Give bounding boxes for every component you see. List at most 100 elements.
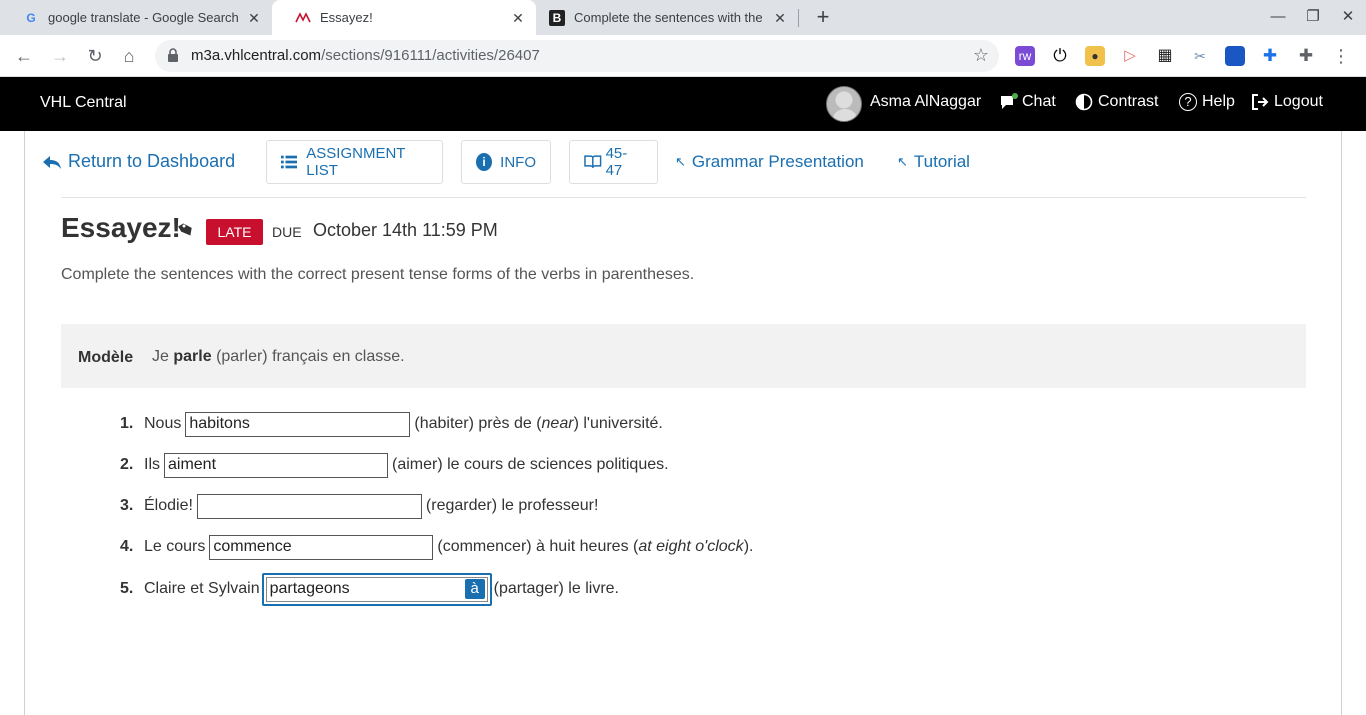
tab-essayez[interactable]: Essayez! ✕ <box>272 0 536 35</box>
answer-input-5[interactable] <box>265 576 488 602</box>
question-text-after: (aimer) le cours de sciences politiques. <box>392 456 669 473</box>
contrast-label: Contrast <box>1098 93 1159 110</box>
info-label: INFO <box>500 153 536 171</box>
question-text-before: Le cours <box>144 538 206 555</box>
close-tab-icon[interactable]: ✕ <box>772 10 788 26</box>
page-title: Essayez! <box>61 212 181 243</box>
extension-cut-icon[interactable]: ✂ <box>1190 46 1210 66</box>
power-extension-icon[interactable]: ⏻ <box>1050 46 1070 66</box>
pages-label: 45-47 <box>605 145 628 179</box>
question-3: 3. Élodie! (regarder) le professeur! <box>120 493 598 519</box>
contrast-button[interactable]: Contrast <box>1075 93 1158 111</box>
question-text-before: Claire et Sylvain <box>144 580 260 597</box>
focused-input-wrapper: à <box>261 572 492 606</box>
list-icon <box>281 155 298 169</box>
browser-toolbar: ← → ↻ ⌂ m3a.vhlcentral.com/sections/9161… <box>0 35 1366 77</box>
question-text-before: Nous <box>144 415 182 432</box>
answer-input-4[interactable] <box>209 534 434 560</box>
brand-logo[interactable]: VHL Central <box>40 94 127 112</box>
question-2: 2. Ils (aimer) le cours de sciences poli… <box>120 452 669 478</box>
model-example: Modèle Je parle (parler) français en cla… <box>61 324 1306 388</box>
tag-icon <box>178 221 194 244</box>
close-window-icon[interactable]: ✕ <box>1336 7 1360 27</box>
new-tab-icon[interactable]: + <box>811 6 835 30</box>
question-4: 4. Le cours (commencer) à huit heures (a… <box>120 534 753 560</box>
question-1: 1. Nous (habiter) près de (near) l'unive… <box>120 411 663 437</box>
help-label: Help <box>1202 93 1235 110</box>
model-label: Modèle <box>78 349 134 366</box>
tab-complete-sentences[interactable]: B Complete the sentences with the ✕ <box>536 0 798 35</box>
minimize-icon[interactable]: — <box>1266 7 1290 27</box>
extensions-puzzle-icon[interactable]: ✚ <box>1296 46 1316 66</box>
external-arrow-icon: ↖ <box>675 154 686 169</box>
b-favicon-icon: B <box>549 9 565 26</box>
logout-button[interactable]: Logout <box>1251 93 1323 111</box>
pages-button[interactable]: 45-47 <box>569 140 658 184</box>
due-date: October 14th 11:59 PM <box>313 220 498 240</box>
address-bar[interactable]: m3a.vhlcentral.com/sections/916111/activ… <box>155 40 999 72</box>
vhl-favicon-icon <box>295 10 311 26</box>
home-icon[interactable]: ⌂ <box>115 43 143 69</box>
question-text-after: (partager) le livre. <box>493 580 619 597</box>
grammar-label: Grammar Presentation <box>691 152 864 171</box>
avatar[interactable] <box>826 86 862 122</box>
book-icon <box>584 155 602 168</box>
divider <box>61 197 1306 198</box>
answer-input-3[interactable] <box>196 493 422 519</box>
tab-title: google translate - Google Search <box>48 10 239 25</box>
assignment-list-button[interactable]: ASSIGNMENT LIST <box>266 140 443 184</box>
tab-title: Complete the sentences with the <box>574 10 763 25</box>
chat-button[interactable]: Chat <box>999 93 1056 111</box>
help-icon: ? <box>1179 93 1197 111</box>
forward-icon[interactable]: → <box>46 43 74 69</box>
question-number: 5. <box>120 580 134 597</box>
external-arrow-icon: ↖ <box>897 154 908 169</box>
question-5: 5. Claire et Sylvain à (partager) le liv… <box>120 572 619 606</box>
reload-icon[interactable]: ↻ <box>81 43 109 69</box>
return-to-dashboard-link[interactable]: Return to Dashboard <box>42 151 235 172</box>
bookmark-star-icon[interactable]: ☆ <box>973 45 989 66</box>
close-tab-icon[interactable]: ✕ <box>246 10 262 26</box>
due-label: DUE <box>272 224 302 240</box>
close-tab-icon[interactable]: ✕ <box>510 10 526 26</box>
user-name[interactable]: Asma AlNaggar <box>870 93 981 111</box>
logout-label: Logout <box>1274 93 1323 110</box>
info-button[interactable]: i INFO <box>461 140 551 184</box>
question-text-after: (habiter) près de (near) l'université. <box>414 415 663 432</box>
answer-input-2[interactable] <box>164 452 388 478</box>
answer-input-1[interactable] <box>185 411 411 437</box>
tutorial-link[interactable]: ↖ Tutorial <box>897 152 970 172</box>
model-answer: parle <box>173 348 212 365</box>
tab-title: Essayez! <box>320 10 373 25</box>
qr-code-icon[interactable]: ▦ <box>1155 46 1175 66</box>
instructions: Complete the sentences with the correct … <box>61 266 695 283</box>
tab-separator <box>798 9 799 27</box>
question-number: 2. <box>120 456 134 473</box>
extension-record-icon[interactable]: ▷ <box>1120 46 1140 66</box>
tutorial-label: Tutorial <box>913 152 970 171</box>
question-text-before: Ils <box>144 456 160 473</box>
accent-character-button[interactable]: à <box>464 578 485 599</box>
late-badge: LATE <box>206 219 263 245</box>
grammar-presentation-link[interactable]: ↖ Grammar Presentation <box>675 152 864 172</box>
question-text-after: (regarder) le professeur! <box>425 497 599 514</box>
google-favicon-icon: G <box>26 10 36 25</box>
chat-label: Chat <box>1022 93 1056 110</box>
tab-google-translate[interactable]: G google translate - Google Search ✕ <box>0 0 272 35</box>
contrast-icon <box>1075 93 1093 111</box>
extension-avatar-icon[interactable]: ● <box>1085 46 1105 66</box>
back-icon[interactable]: ← <box>10 43 38 69</box>
browser-menu-icon[interactable]: ⋮ <box>1331 46 1351 66</box>
url-text: m3a.vhlcentral.com/sections/916111/activ… <box>191 47 540 64</box>
restore-icon[interactable]: ❐ <box>1301 7 1325 27</box>
extension-puzzle-blue-icon[interactable]: ✚ <box>1260 46 1280 66</box>
question-number: 1. <box>120 415 134 432</box>
extension-blue-icon[interactable] <box>1225 46 1245 66</box>
chat-icon <box>999 93 1018 111</box>
lock-icon <box>168 48 178 62</box>
extension-rw-icon[interactable]: rw <box>1015 46 1035 66</box>
question-number: 4. <box>120 538 134 555</box>
question-text-after: (commencer) à huit heures (at eight o'cl… <box>437 538 754 555</box>
model-pre: Je <box>152 348 169 365</box>
help-button[interactable]: ? Help <box>1179 93 1235 111</box>
